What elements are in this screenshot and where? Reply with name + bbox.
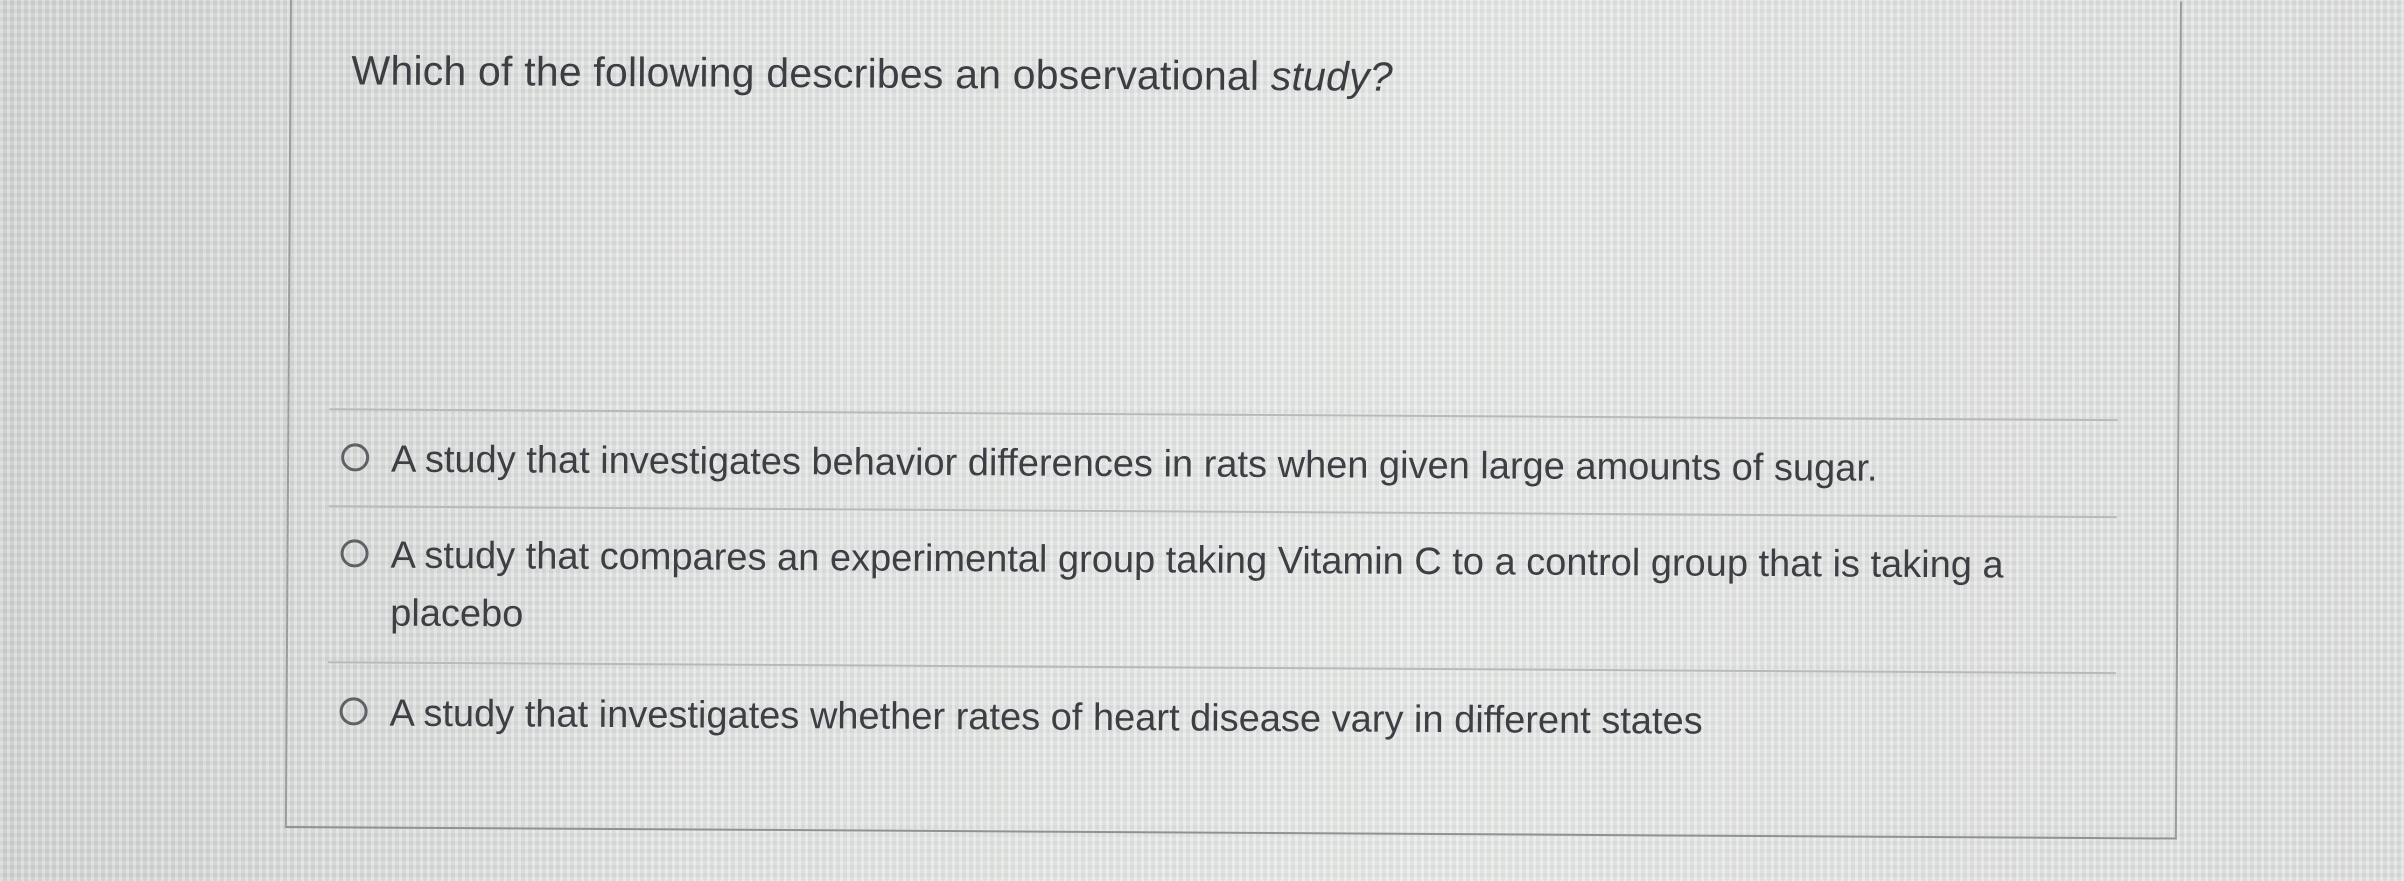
radio-button-3[interactable] bbox=[339, 697, 368, 726]
answer-option-2-label: A study that compares an experimental gr… bbox=[390, 534, 2004, 636]
answer-option-3-label: A study that investigates whether rates … bbox=[389, 692, 1703, 743]
question-card: Which of the following describes an obse… bbox=[284, 0, 2182, 840]
options-top-divider bbox=[329, 408, 2118, 422]
radio-button-2[interactable] bbox=[340, 539, 369, 568]
answer-option-2[interactable]: A study that compares an experimental gr… bbox=[340, 526, 2097, 653]
option-divider-1 bbox=[328, 505, 2117, 519]
answer-option-1[interactable]: A study that investigates behavior diffe… bbox=[341, 430, 2097, 499]
answer-option-3[interactable]: A study that investigates whether rates … bbox=[339, 684, 2095, 753]
question-text: Which of the following describes an obse… bbox=[351, 42, 1393, 104]
radio-button-1[interactable] bbox=[341, 443, 370, 472]
answer-option-1-label: A study that investigates behavior diffe… bbox=[391, 438, 1878, 490]
option-divider-2 bbox=[327, 661, 2116, 675]
question-text-emphasis: study? bbox=[1270, 52, 1393, 100]
question-text-main: Which of the following describes an obse… bbox=[351, 47, 1271, 99]
